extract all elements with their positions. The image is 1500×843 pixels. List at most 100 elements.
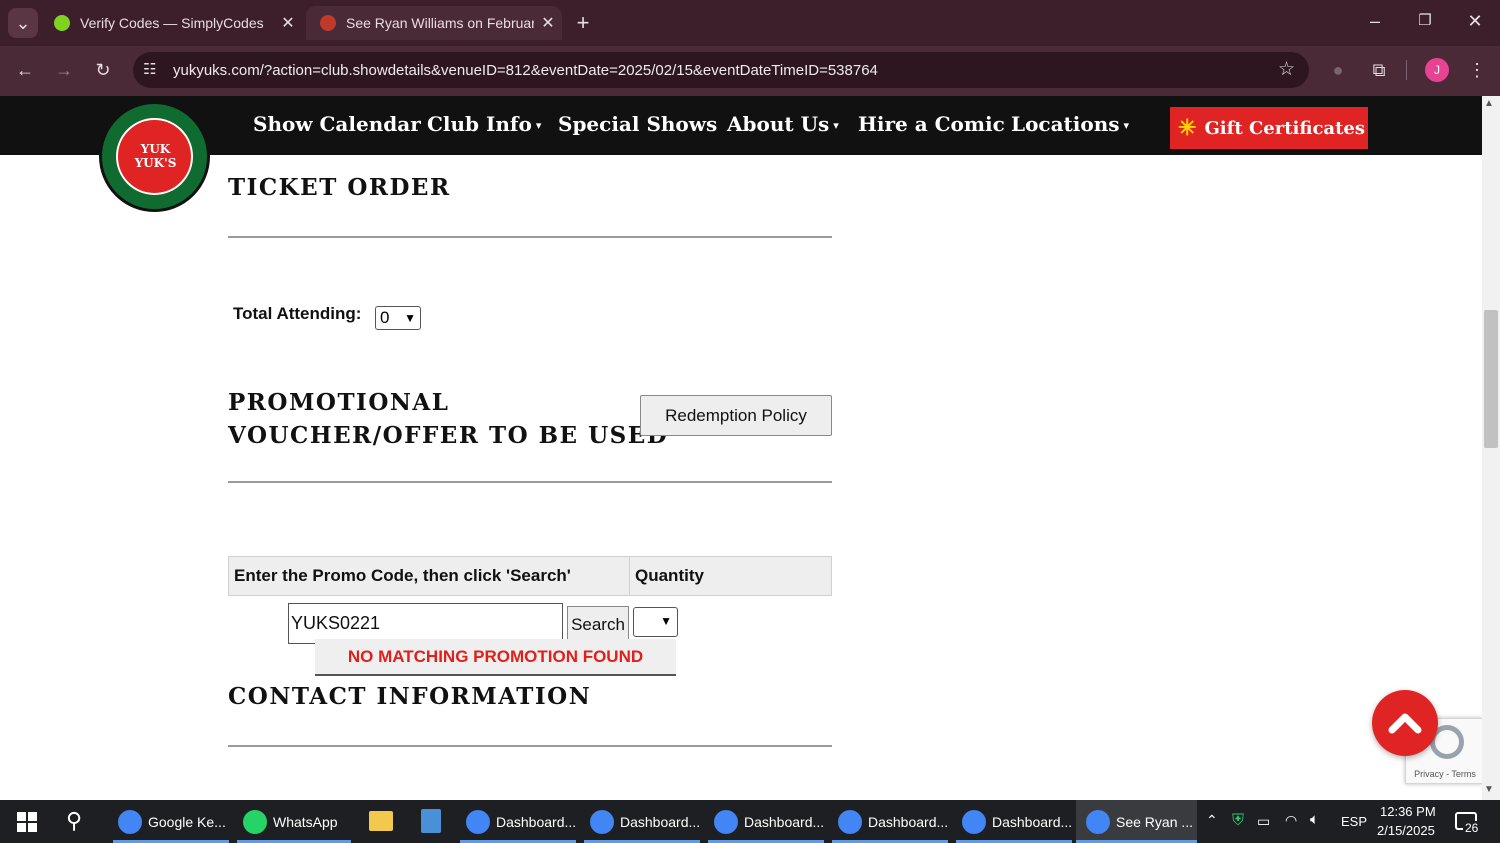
taskbar-app-see-ryan[interactable]: See Ryan ... [1086,800,1193,843]
taskbar-app-dashboard-4[interactable]: Dashboard... [838,800,948,843]
back-to-top-button[interactable] [1372,690,1438,756]
taskbar-app-label: See Ryan ... [1116,813,1194,830]
taskbar-app-label: Dashboard... [744,813,825,830]
yukyuks-logo[interactable]: YUK YUK'S [99,101,210,212]
whatsapp-icon [243,809,267,834]
url-text: yukyuks.com/?action=club.showdetails&ven… [173,61,878,79]
nav-label: Club Info [427,112,532,136]
extensions-puzzle-icon[interactable]: ⧉ [1364,55,1394,85]
taskbar-app-dashboard-2[interactable]: Dashboard... [590,800,700,843]
taskbar-app-label: Dashboard... [620,813,701,830]
notification-count-badge: 26 [1463,821,1481,835]
tab-title: See Ryan Williams on February [346,15,534,31]
gift-ribbon-icon: ✳ [1178,115,1197,141]
divider [1406,60,1407,80]
chrome-icon [466,809,490,834]
bookmark-star-icon[interactable]: ☆ [1278,58,1295,81]
logo-text: YUK YUK'S [134,142,177,170]
contact-information-heading: CONTACT INFORMATION [228,683,592,710]
nav-label: Special Shows [558,112,718,136]
close-window-icon[interactable]: ✕ [1460,6,1490,36]
battery-icon[interactable]: ▭ [1257,813,1270,830]
promo-heading-line1: PROMOTIONAL [228,389,450,416]
chevron-up-icon [1388,713,1422,734]
scrollbar-thumb[interactable] [1484,310,1498,448]
promo-code-input[interactable]: YUKS0221 [288,603,563,644]
chrome-icon [962,809,986,834]
close-tab-icon[interactable]: ✕ [534,13,562,33]
chevron-down-icon: ▾ [1123,119,1130,132]
nav-label: Show Calendar [253,112,421,136]
clock-time[interactable]: 12:36 PM [1380,804,1436,819]
quantity-select[interactable]: ▼ [633,607,678,637]
taskbar-app-google-keep[interactable]: Google Ke... [118,800,226,843]
tray-overflow-chevron-up-icon[interactable]: ⌃ [1206,812,1218,829]
new-tab-plus-icon[interactable]: + [568,8,598,38]
error-message: NO MATCHING PROMOTION FOUND [347,647,644,666]
forward-arrow-icon[interactable]: → [49,55,79,85]
promo-code-value: YUKS0221 [291,613,381,633]
simplycodes-favicon-icon [54,15,70,31]
column-divider [629,557,630,595]
chrome-icon [1086,809,1110,834]
start-windows-icon[interactable] [17,812,37,832]
scroll-down-arrow-icon[interactable]: ▼ [1484,784,1494,795]
chrome-icon [118,809,142,834]
restore-window-icon[interactable]: ❐ [1410,6,1440,36]
chrome-icon [590,809,614,834]
site-info-tune-icon[interactable]: ☷ [143,60,156,78]
clock-date[interactable]: 2/15/2025 [1377,823,1435,838]
wifi-icon[interactable]: ◠ [1285,812,1297,829]
yukyuks-favicon-icon [320,15,336,31]
calculator-icon[interactable] [421,809,441,833]
tab-verify-codes[interactable]: Verify Codes — SimplyCodes ✕ [40,6,302,40]
total-attending-select[interactable]: 0 ▼ [375,306,421,330]
tab-search-chevron-icon[interactable]: ⌄ [8,8,38,38]
volume-icon[interactable]: 🔈︎ [1310,811,1319,828]
chevron-down-icon: ▼ [660,614,672,628]
nav-club-info[interactable]: Club Info ▾ [427,112,541,136]
nav-hire-a-comic[interactable]: Hire a Comic [858,112,1005,136]
chrome-icon [714,809,738,834]
nav-about-us[interactable]: About Us ▾ [727,112,839,136]
address-bar[interactable]: ☷ yukyuks.com/?action=club.showdetails&v… [133,52,1309,88]
taskbar-app-whatsapp[interactable]: WhatsApp [243,800,338,843]
promo-heading: PROMOTIONAL VOUCHER/OFFER TO BE USED [228,386,668,452]
gift-certificates-button[interactable]: ✳ Gift Certificates [1170,107,1368,149]
chrome-icon [838,809,862,834]
taskbar-app-label: WhatsApp [273,813,338,830]
nav-label: Locations [1011,112,1120,136]
tab-see-ryan-williams[interactable]: See Ryan Williams on February ✕ [306,6,562,40]
scroll-up-arrow-icon[interactable]: ▲ [1484,98,1494,109]
file-explorer-icon[interactable] [369,811,393,831]
divider [228,745,832,747]
security-shield-icon[interactable]: ⛨ [1232,812,1244,830]
search-icon[interactable]: ⚲ [66,808,82,834]
redemption-policy-button[interactable]: Redemption Policy [640,395,832,436]
start-square [17,823,26,832]
back-arrow-icon[interactable]: ← [10,55,40,85]
promo-code-table-header: Enter the Promo Code, then click 'Search… [228,556,832,596]
input-language[interactable]: ESP [1341,814,1367,829]
browser-menu-kebab-icon[interactable]: ⋮ [1462,55,1492,85]
taskbar-app-dashboard-3[interactable]: Dashboard... [714,800,824,843]
profile-avatar[interactable]: J [1425,58,1449,82]
taskbar-app-dashboard-1[interactable]: Dashboard... [466,800,576,843]
gift-label: Gift Certificates [1204,117,1365,139]
ticket-order-heading: TICKET ORDER [228,174,451,201]
reload-icon[interactable]: ↻ [88,55,118,85]
chevron-down-icon: ▼ [404,311,416,325]
divider [228,481,832,483]
chevron-down-icon: ▾ [535,119,542,132]
nav-locations[interactable]: Locations ▾ [1011,112,1129,136]
nav-special-shows[interactable]: Special Shows [558,112,717,136]
scrollbar-track[interactable] [1482,96,1500,800]
extension-icon[interactable]: ● [1323,55,1353,85]
start-square [28,812,37,821]
nav-show-calendar[interactable]: Show Calendar [253,112,421,136]
minimize-window-icon[interactable]: – [1360,6,1390,36]
divider [228,236,832,238]
taskbar-app-dashboard-5[interactable]: Dashboard... [962,800,1072,843]
close-tab-icon[interactable]: ✕ [274,13,302,33]
taskbar-app-label: Dashboard... [992,813,1073,830]
